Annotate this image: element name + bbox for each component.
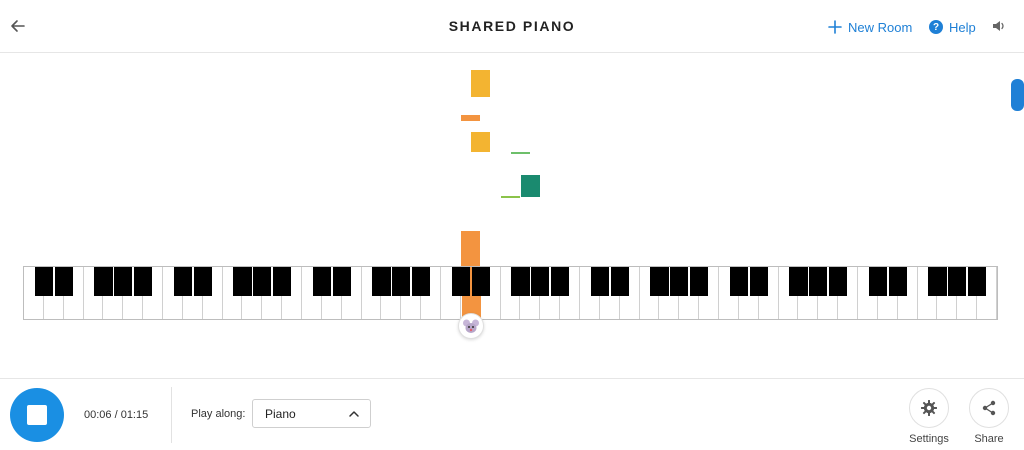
gear-icon <box>921 400 937 416</box>
share-button[interactable] <box>969 388 1009 428</box>
black-key[interactable] <box>690 267 709 296</box>
falling-notes-area <box>0 54 1024 378</box>
black-key[interactable] <box>233 267 252 296</box>
black-key[interactable] <box>551 267 570 296</box>
black-key[interactable] <box>134 267 153 296</box>
black-key[interactable] <box>94 267 113 296</box>
black-key[interactable] <box>253 267 272 296</box>
note-bar <box>461 231 480 266</box>
share-label: Share <box>974 433 1004 445</box>
help-button[interactable]: ? Help <box>929 18 976 36</box>
black-key[interactable] <box>670 267 689 296</box>
black-key[interactable] <box>789 267 808 296</box>
settings-button[interactable] <box>909 388 949 428</box>
new-room-label: New Room <box>848 19 913 35</box>
black-key[interactable] <box>749 267 768 296</box>
piano-keyboard[interactable] <box>23 266 998 320</box>
share-icon <box>982 400 996 416</box>
black-key[interactable] <box>729 267 748 296</box>
note-bar <box>471 70 490 97</box>
black-key[interactable] <box>610 267 629 296</box>
play-along-label: Play along: <box>191 408 246 420</box>
black-key[interactable] <box>928 267 947 296</box>
speaker-icon[interactable] <box>991 18 1007 34</box>
black-key[interactable] <box>948 267 967 296</box>
black-key[interactable] <box>809 267 828 296</box>
instrument-selected-value: Piano <box>265 407 296 421</box>
question-circle-icon: ? <box>929 20 943 34</box>
black-key[interactable] <box>273 267 292 296</box>
plus-icon <box>828 20 842 34</box>
chevron-up-icon <box>349 411 359 417</box>
black-key[interactable] <box>471 267 490 296</box>
stop-button[interactable] <box>10 388 64 442</box>
black-key[interactable] <box>650 267 669 296</box>
top-bar: SHARED PIANO New Room ? Help <box>0 0 1024 53</box>
settings-label: Settings <box>909 433 949 445</box>
new-room-button[interactable]: New Room <box>828 18 912 36</box>
user-avatar <box>458 313 484 339</box>
black-key[interactable] <box>590 267 609 296</box>
playback-time: 00:06 / 01:15 <box>84 409 149 421</box>
black-key[interactable] <box>372 267 391 296</box>
black-key[interactable] <box>829 267 848 296</box>
black-key[interactable] <box>34 267 53 296</box>
black-key[interactable] <box>332 267 351 296</box>
black-key[interactable] <box>451 267 470 296</box>
black-key[interactable] <box>511 267 530 296</box>
black-key[interactable] <box>193 267 212 296</box>
black-key[interactable] <box>868 267 887 296</box>
note-bar <box>521 175 540 197</box>
black-key[interactable] <box>392 267 411 296</box>
stop-icon <box>27 405 47 425</box>
note-bar <box>461 115 480 121</box>
black-key[interactable] <box>54 267 73 296</box>
help-label: Help <box>949 19 976 35</box>
black-key[interactable] <box>412 267 431 296</box>
black-key[interactable] <box>531 267 550 296</box>
note-bar <box>471 132 490 152</box>
instrument-select[interactable]: Piano <box>252 399 371 428</box>
black-key[interactable] <box>114 267 133 296</box>
note-bar <box>501 196 520 198</box>
black-key[interactable] <box>312 267 331 296</box>
black-key[interactable] <box>888 267 907 296</box>
black-key[interactable] <box>173 267 192 296</box>
mouse-icon <box>463 319 479 333</box>
playback-footer: 00:06 / 01:15 Play along: Piano Settings <box>0 378 1024 450</box>
black-key[interactable] <box>968 267 987 296</box>
note-bar <box>511 152 530 154</box>
scrollbar-thumb[interactable] <box>1011 79 1024 111</box>
divider <box>171 387 172 443</box>
